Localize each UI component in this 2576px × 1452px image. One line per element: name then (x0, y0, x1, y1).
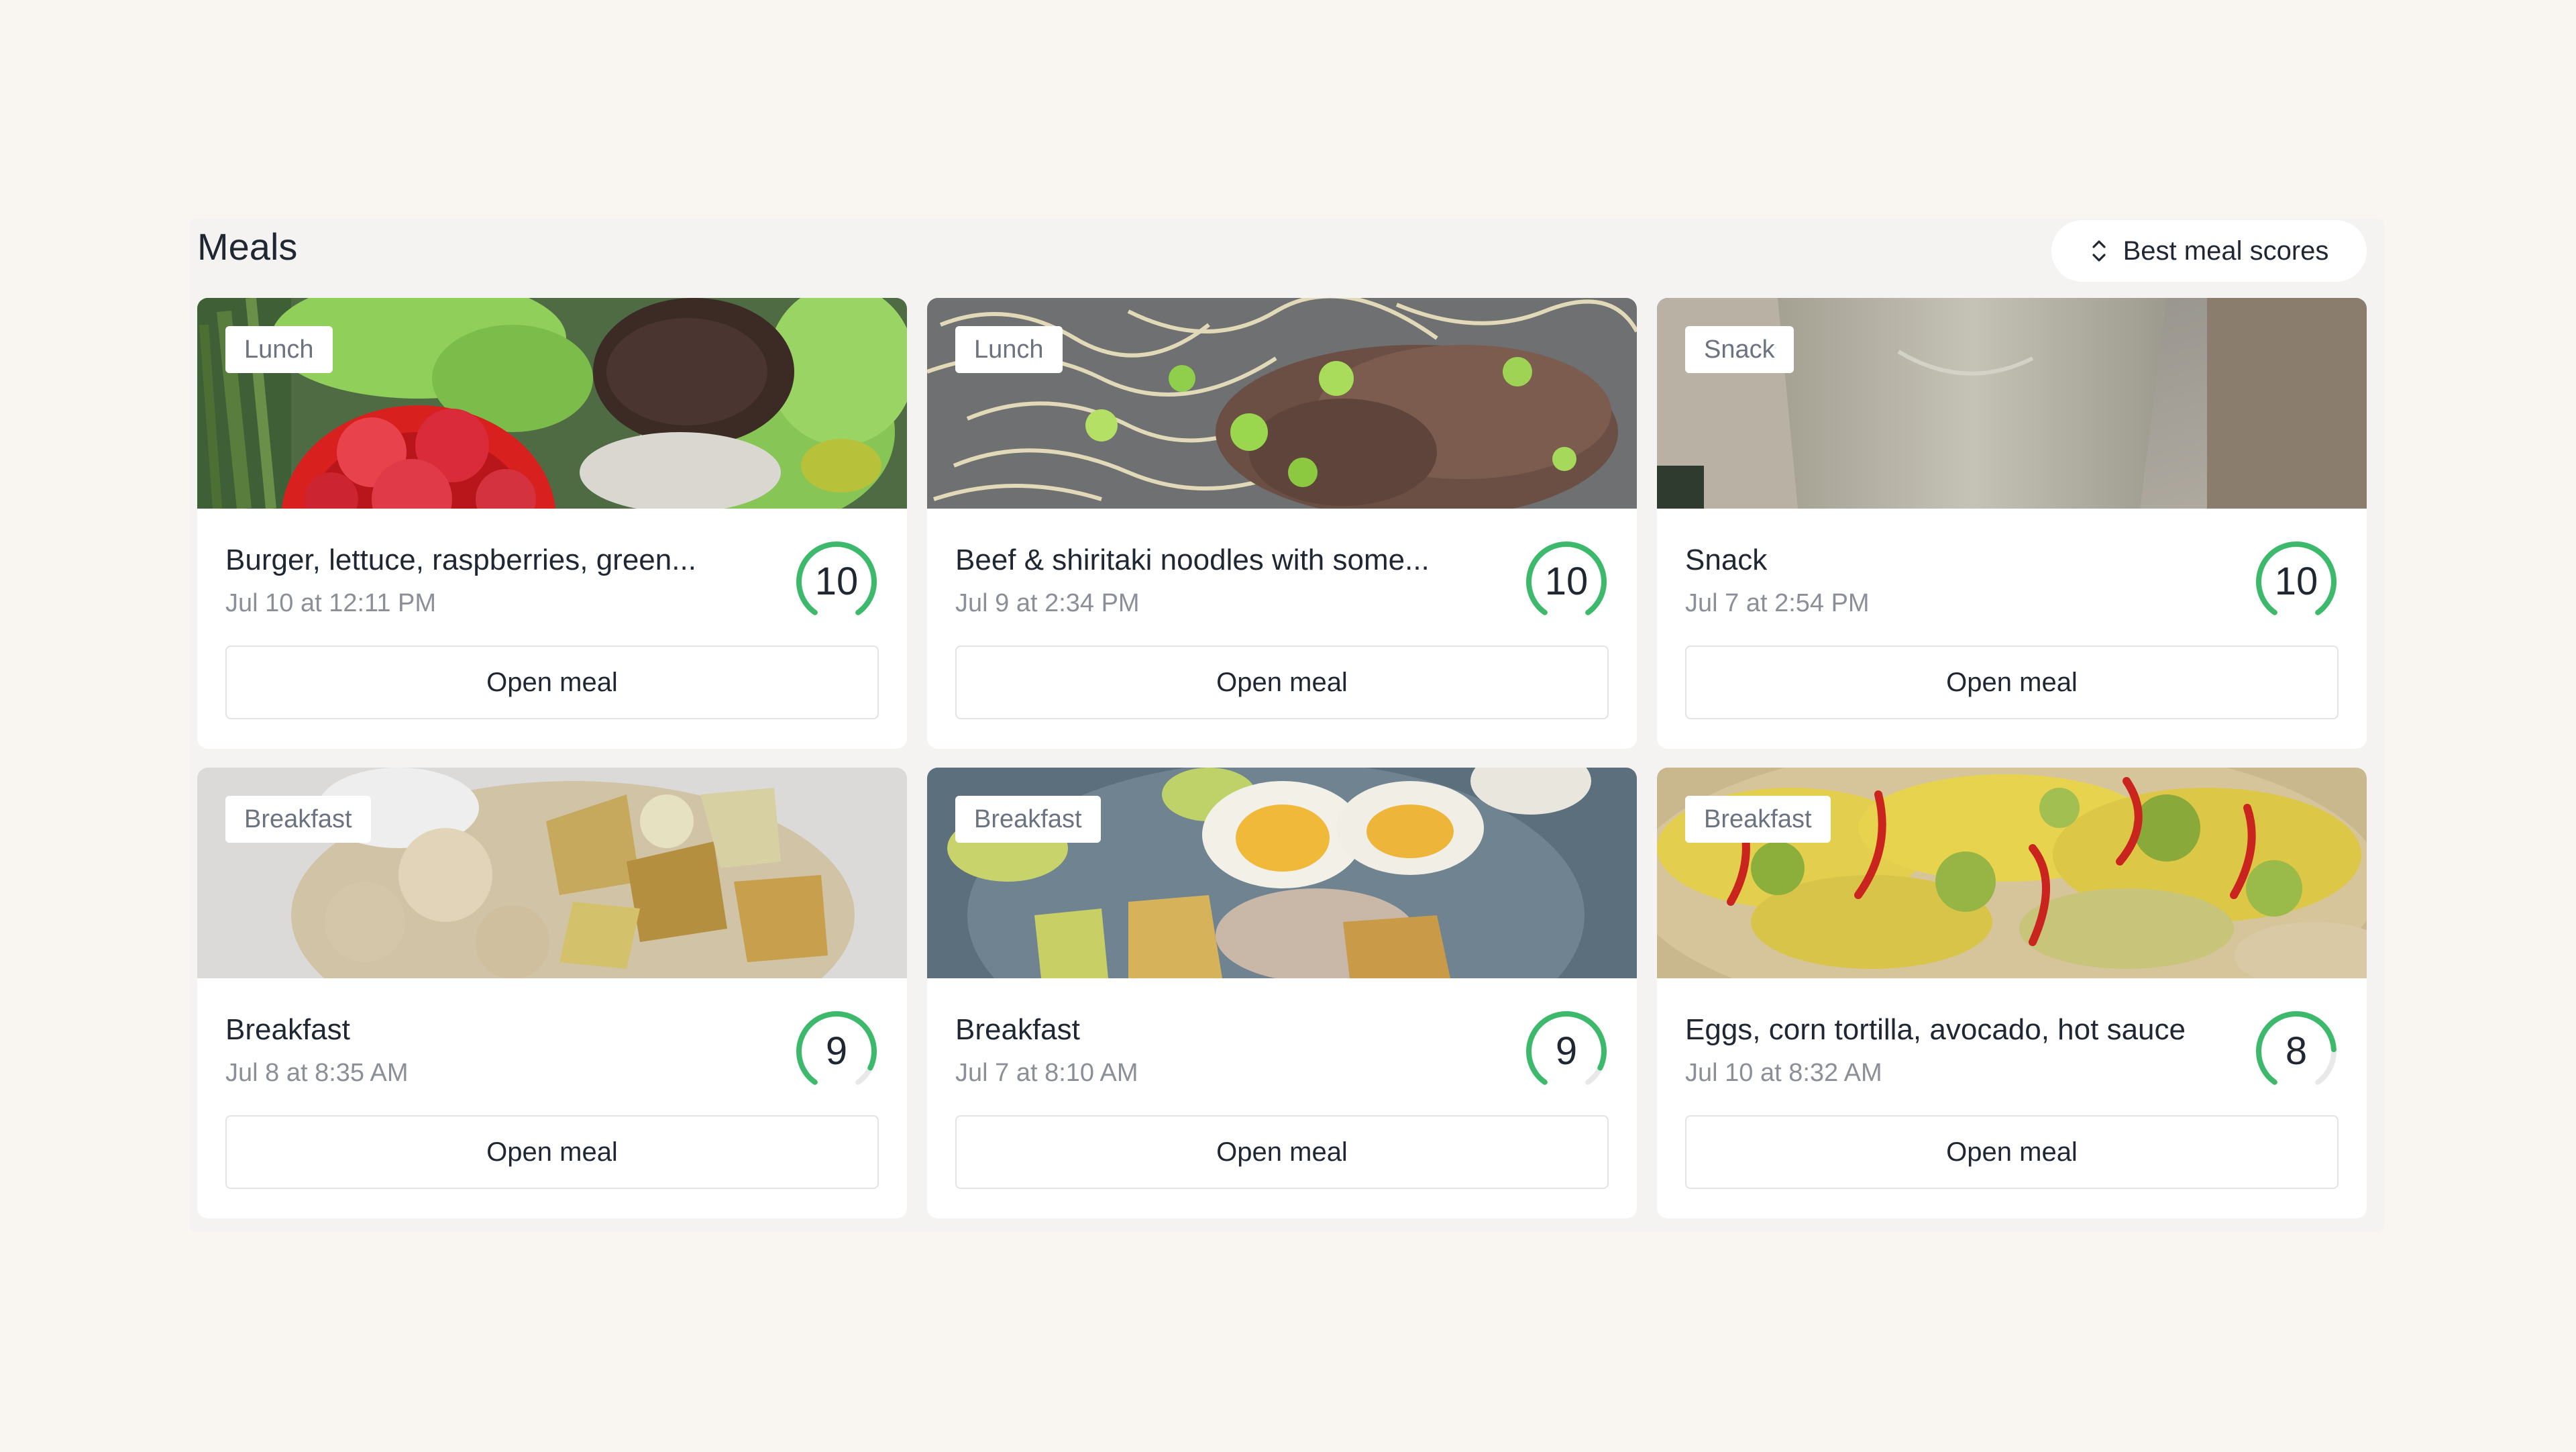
meal-score: 10 (1523, 538, 1610, 625)
section-title: Meals (197, 225, 298, 268)
meal-name: Snack (1685, 543, 1768, 576)
open-meal-button[interactable]: Open meal (225, 1115, 879, 1189)
meal-name: Burger, lettuce, raspberries, green... (225, 543, 696, 576)
meal-score-value: 9 (1555, 1029, 1578, 1073)
meal-time: Jul 7 at 8:10 AM (955, 1059, 1138, 1087)
meal-type-tag: Breakfast (1685, 796, 1831, 843)
meal-score-value: 10 (2274, 560, 2318, 603)
open-meal-button[interactable]: Open meal (955, 645, 1609, 719)
meal-card[interactable]: Breakfast Breakfast Jul 7 at 8:10 AM 9 O… (927, 768, 1637, 1218)
meal-name: Breakfast (955, 1013, 1080, 1046)
sort-button[interactable]: Best meal scores (2051, 220, 2367, 282)
meal-photo[interactable]: Breakfast (1657, 768, 2367, 978)
meal-time: Jul 7 at 2:54 PM (1685, 589, 1870, 617)
meal-name: Beef & shiritaki noodles with some... (955, 543, 1430, 576)
meal-card[interactable]: Snack Snack Jul 7 at 2:54 PM 10 Open mea… (1657, 298, 2367, 749)
meal-card[interactable]: Breakfast Breakfast Jul 8 at 8:35 AM 9 O… (197, 768, 907, 1218)
meal-photo[interactable]: Lunch (927, 298, 1637, 509)
meal-score: 10 (2253, 538, 2340, 625)
open-meal-button[interactable]: Open meal (1685, 1115, 2339, 1189)
meals-panel: Meals Best meal scores Lunch Burger, let… (189, 219, 2384, 1232)
meal-card[interactable]: Breakfast Eggs, corn tortilla, avocado, … (1657, 768, 2367, 1218)
meal-photo[interactable]: Lunch (197, 298, 907, 509)
open-meal-button[interactable]: Open meal (955, 1115, 1609, 1189)
meal-grid: Lunch Burger, lettuce, raspberries, gree… (197, 298, 2368, 1218)
meal-score-value: 10 (814, 560, 859, 603)
meal-card[interactable]: Lunch Beef & shiritaki noodles with some… (927, 298, 1637, 749)
sort-label: Best meal scores (2123, 236, 2329, 266)
meal-type-tag: Lunch (955, 326, 1063, 373)
meal-score-value: 8 (2285, 1029, 2308, 1073)
meal-type-tag: Breakfast (955, 796, 1101, 843)
meal-time: Jul 10 at 8:32 AM (1685, 1059, 1882, 1087)
meal-type-tag: Snack (1685, 326, 1794, 373)
meal-score: 9 (793, 1008, 880, 1095)
meal-name: Breakfast (225, 1013, 350, 1046)
meal-card[interactable]: Lunch Burger, lettuce, raspberries, gree… (197, 298, 907, 749)
meal-photo[interactable]: Snack (1657, 298, 2367, 509)
open-meal-button[interactable]: Open meal (225, 645, 879, 719)
meal-info: Eggs, corn tortilla, avocado, hot sauce … (1657, 978, 2367, 1098)
meal-photo[interactable]: Breakfast (927, 768, 1637, 978)
meal-score: 9 (1523, 1008, 1610, 1095)
meal-score-value: 10 (1544, 560, 1589, 603)
sort-chevrons-icon (2092, 240, 2106, 262)
meal-score: 8 (2253, 1008, 2340, 1095)
meal-time: Jul 9 at 2:34 PM (955, 589, 1140, 617)
meal-type-tag: Lunch (225, 326, 333, 373)
open-meal-button[interactable]: Open meal (1685, 645, 2339, 719)
meal-time: Jul 8 at 8:35 AM (225, 1059, 409, 1087)
meal-info: Breakfast Jul 7 at 8:10 AM 9 (927, 978, 1637, 1098)
meal-info: Burger, lettuce, raspberries, green... J… (197, 509, 907, 628)
meal-info: Breakfast Jul 8 at 8:35 AM 9 (197, 978, 907, 1098)
meal-type-tag: Breakfast (225, 796, 371, 843)
meal-score: 10 (793, 538, 880, 625)
meal-name: Eggs, corn tortilla, avocado, hot sauce (1685, 1013, 2186, 1046)
meal-time: Jul 10 at 12:11 PM (225, 589, 437, 617)
meal-info: Beef & shiritaki noodles with some... Ju… (927, 509, 1637, 628)
meal-info: Snack Jul 7 at 2:54 PM 10 (1657, 509, 2367, 628)
meal-photo[interactable]: Breakfast (197, 768, 907, 978)
meal-score-value: 9 (825, 1029, 848, 1073)
